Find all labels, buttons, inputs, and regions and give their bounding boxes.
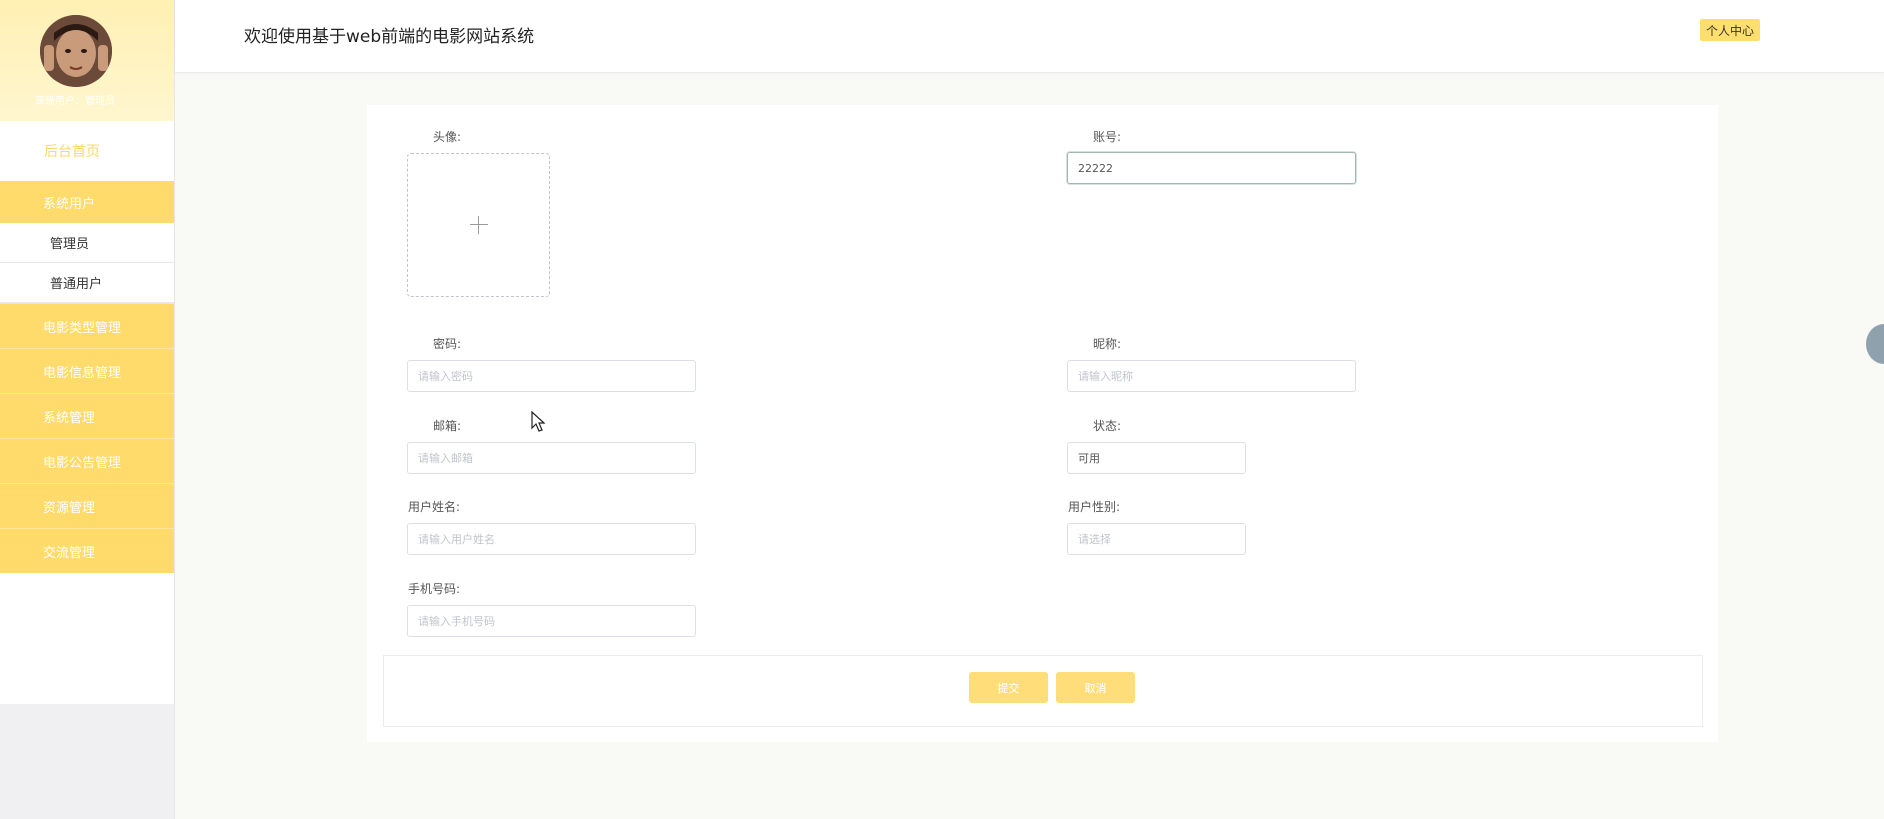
nickname-label: 昵称:	[1093, 337, 1122, 351]
email-input[interactable]: 请输入邮箱	[407, 442, 696, 474]
phone-input[interactable]: 请输入手机号码	[407, 605, 696, 637]
account-input[interactable]: 22222	[1067, 152, 1356, 184]
account-label: 账号:	[1093, 130, 1122, 144]
password-input[interactable]: 请输入密码	[407, 360, 696, 392]
user-role: 高级用户：管理员	[35, 96, 115, 107]
sidebar-item-home[interactable]: 后台首页	[0, 121, 174, 181]
password-label: 密码:	[433, 337, 462, 351]
sidebar-item-system[interactable]: 系统管理	[0, 393, 174, 438]
email-label: 邮箱:	[433, 419, 462, 433]
status-label: 状态:	[1093, 419, 1122, 433]
sidebar-item-announcement[interactable]: 电影公告管理	[0, 438, 174, 483]
sidebar: 高级用户：管理员 后台首页 系统用户 管理员 普通用户 电影类型管理 电影信息管…	[0, 0, 175, 819]
sidebar-profile: 高级用户：管理员	[0, 0, 174, 121]
gender-select[interactable]: 请选择	[1067, 523, 1246, 555]
personal-center-button[interactable]: 个人中心	[1700, 19, 1760, 41]
sidebar-item-resources[interactable]: 资源管理	[0, 483, 174, 528]
gender-label: 用户性别:	[1068, 500, 1121, 514]
avatar-label: 头像:	[433, 130, 462, 144]
floating-widget[interactable]	[1866, 324, 1884, 364]
status-input[interactable]: 可用	[1067, 442, 1246, 474]
avatar-image	[40, 15, 112, 87]
mouse-cursor-icon	[531, 411, 546, 432]
plus-icon	[469, 216, 488, 234]
cancel-button[interactable]: 取消	[1056, 672, 1135, 703]
avatar[interactable]	[40, 15, 112, 87]
page-title: 欢迎使用基于web前端的电影网站系统	[244, 27, 535, 47]
sidebar-item-movie-type[interactable]: 电影类型管理	[0, 303, 174, 348]
submit-button[interactable]: 提交	[969, 672, 1048, 703]
realname-input[interactable]: 请输入用户姓名	[407, 523, 696, 555]
sidebar-menu: 后台首页 系统用户 管理员 普通用户 电影类型管理 电影信息管理 系统管理 电影…	[0, 121, 174, 704]
user-form-card: 头像: 账号: 22222 密码: 请输入密码 昵称: 请输入昵称 邮箱: 请输…	[367, 105, 1718, 742]
header: 欢迎使用基于web前端的电影网站系统 个人中心	[175, 0, 1884, 73]
avatar-uploader[interactable]	[407, 153, 550, 297]
nickname-input[interactable]: 请输入昵称	[1067, 360, 1356, 392]
sidebar-blank	[0, 573, 174, 704]
phone-label: 手机号码:	[408, 582, 461, 596]
form-actions: 提交 取消	[383, 655, 1703, 727]
sidebar-group-system-users[interactable]: 系统用户	[0, 181, 174, 223]
realname-label: 用户姓名:	[408, 500, 461, 514]
sidebar-item-movie-info[interactable]: 电影信息管理	[0, 348, 174, 393]
sidebar-item-communication[interactable]: 交流管理	[0, 528, 174, 573]
sidebar-item-admin[interactable]: 管理员	[0, 223, 174, 263]
sidebar-item-regular-user[interactable]: 普通用户	[0, 263, 174, 303]
